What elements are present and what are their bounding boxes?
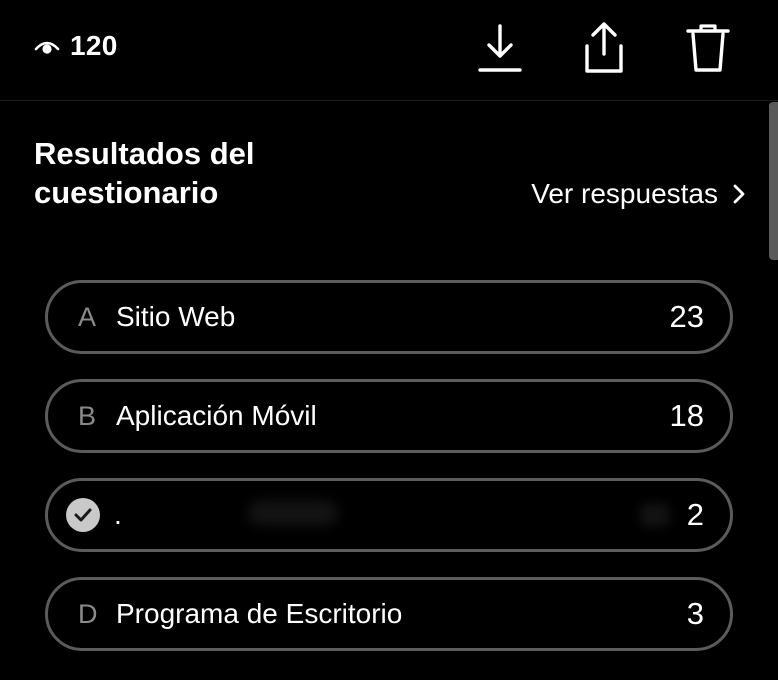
answer-option-d[interactable]: D Programa de Escritorio 3 — [45, 577, 733, 651]
option-label: Sitio Web — [116, 301, 236, 332]
option-letter: A — [78, 301, 97, 332]
trash-icon — [686, 24, 730, 72]
option-label: Programa de Escritorio — [116, 598, 403, 629]
download-icon — [478, 24, 522, 72]
option-vote-count: 23 — [669, 299, 704, 334]
option-label: . — [114, 499, 122, 530]
view-answers-link[interactable]: Ver respuestas — [531, 178, 746, 210]
scrollbar[interactable] — [769, 102, 778, 260]
check-circle-icon — [66, 498, 100, 532]
option-vote-count: 18 — [669, 398, 704, 433]
view-count: 120 — [34, 30, 118, 62]
answer-option-correct[interactable]: . 2 — [45, 478, 733, 552]
redacted-blur — [248, 501, 338, 525]
eye-icon — [34, 41, 60, 54]
share-button[interactable] — [576, 20, 632, 76]
option-vote-count: 2 — [686, 497, 704, 532]
top-bar: 120 — [0, 0, 778, 101]
option-vote-count: 3 — [686, 596, 704, 631]
answer-option-a[interactable]: A Sitio Web 23 — [45, 280, 733, 354]
quiz-results-title: Resultados del cuestionario — [34, 136, 255, 210]
share-icon — [585, 22, 623, 73]
answer-option-b[interactable]: B Aplicación Móvil 18 — [45, 379, 733, 453]
delete-button[interactable] — [680, 20, 736, 76]
view-count-value: 120 — [70, 30, 118, 61]
download-button[interactable] — [472, 20, 528, 76]
option-label: Aplicación Móvil — [116, 400, 317, 431]
option-letter: B — [78, 400, 97, 431]
chevron-right-icon — [733, 184, 745, 204]
view-answers-label: Ver respuestas — [531, 178, 718, 209]
answer-options-list: A Sitio Web 23 B Aplicación Móvil 18 . 2… — [45, 280, 733, 676]
redacted-blur — [640, 503, 670, 527]
option-letter: D — [78, 598, 98, 629]
